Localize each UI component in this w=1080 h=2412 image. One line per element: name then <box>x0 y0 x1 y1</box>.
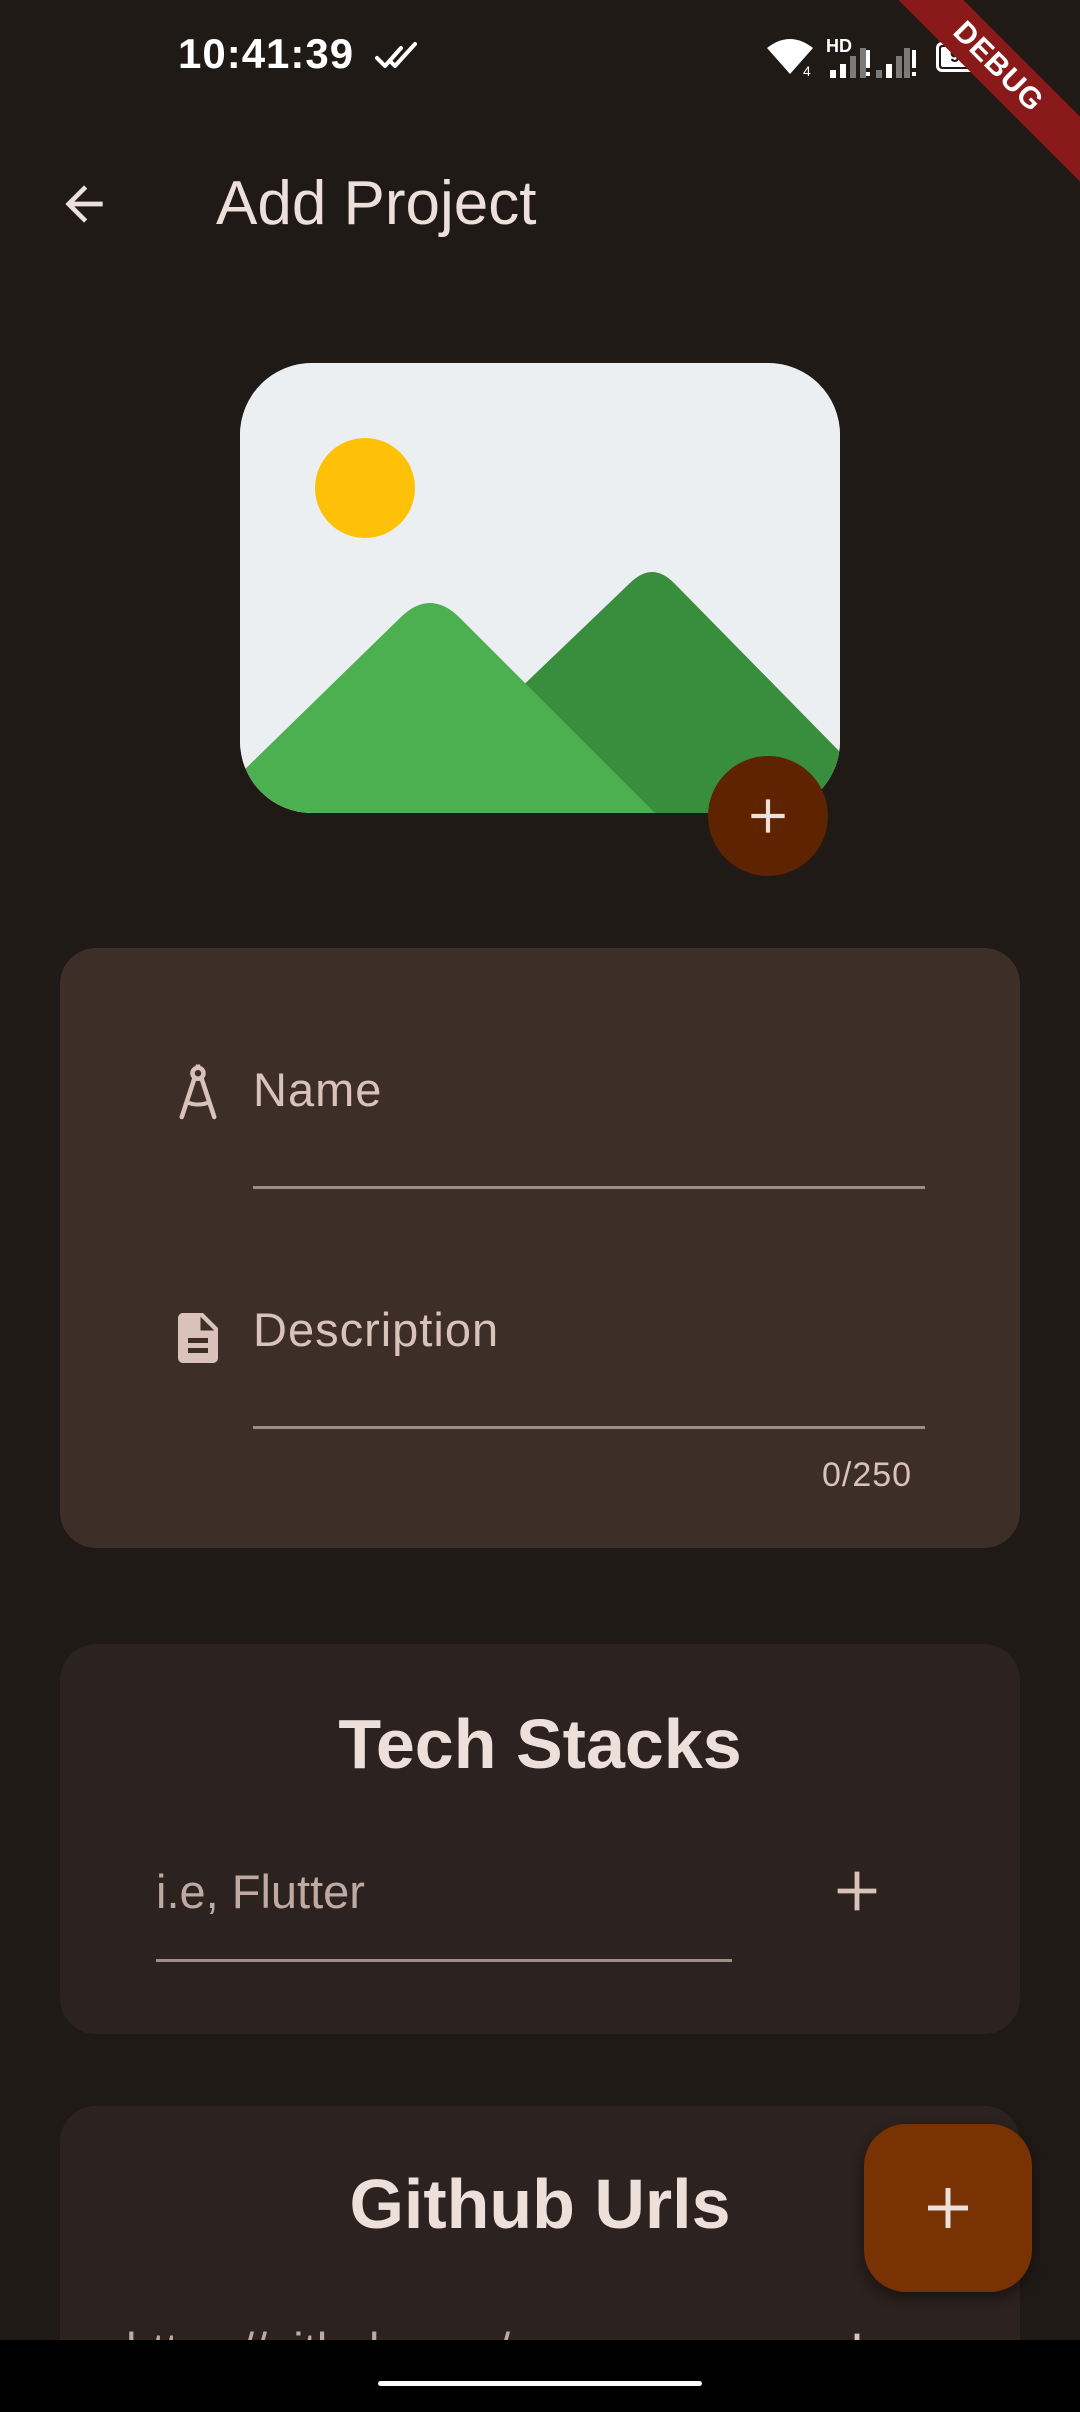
add-tech-stack-button[interactable] <box>822 1856 892 1926</box>
plus-icon <box>837 1871 877 1911</box>
compass-drafting-icon <box>179 1064 217 1120</box>
back-button[interactable] <box>44 164 124 244</box>
add-project-screen: 10:41:39 4 HD 92 DEBUG <box>0 0 1080 2412</box>
wifi-badge: 4 <box>803 63 811 78</box>
double-check-icon <box>375 42 417 68</box>
gesture-handle[interactable] <box>378 2381 702 2386</box>
system-nav-bar <box>0 2340 1080 2412</box>
plus-icon <box>751 799 785 833</box>
description-field-underline <box>253 1426 925 1429</box>
arrow-left-icon <box>65 185 103 223</box>
document-icon <box>178 1313 218 1363</box>
tech-stack-input-underline <box>156 1959 732 1962</box>
landscape-image-icon <box>240 363 840 813</box>
description-field[interactable]: Description <box>253 1302 499 1357</box>
description-char-counter: 0/250 <box>822 1456 913 1494</box>
name-field[interactable]: Name <box>253 1062 382 1117</box>
status-time: 10:41:39 <box>178 30 355 77</box>
tech-stacks-title: Tech Stacks <box>338 1705 742 1783</box>
name-field-underline <box>253 1186 925 1189</box>
page-title: Add Project <box>216 169 537 238</box>
tech-stacks-card: Tech Stacks i.e, Flutter <box>60 1644 1020 2034</box>
project-image-placeholder[interactable] <box>240 363 840 813</box>
tech-stack-input[interactable]: i.e, Flutter <box>156 1864 365 1919</box>
project-info-card: Name Description 0/250 <box>60 948 1020 1548</box>
save-project-fab[interactable] <box>864 2124 1032 2292</box>
add-image-button[interactable] <box>708 756 828 876</box>
wifi-icon: 4 <box>767 39 813 78</box>
plus-icon <box>928 2188 968 2228</box>
signal-strength-icon <box>830 48 916 78</box>
